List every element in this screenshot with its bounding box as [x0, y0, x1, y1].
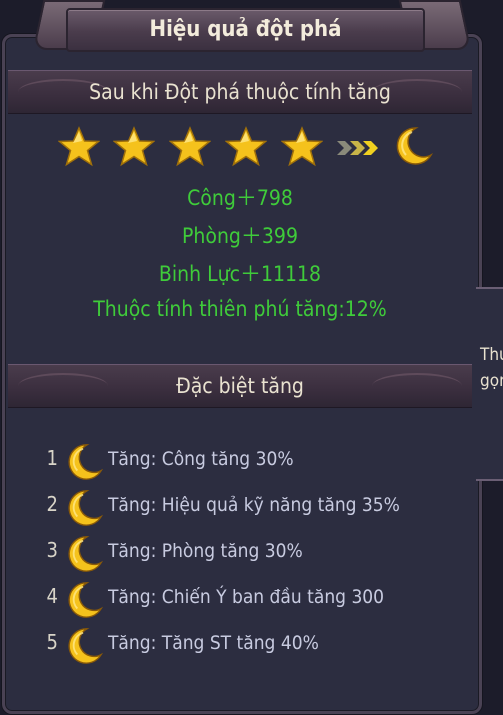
page-title: Hiệu quả đột phá: [149, 17, 342, 42]
item-text: Tăng: Phòng tăng 30%: [108, 540, 303, 562]
section-heading-attributes: Sau khi Đột phá thuộc tính tăng: [89, 80, 391, 104]
stat-defense: Phòng＋399: [182, 224, 298, 248]
moon-icon: [396, 127, 434, 165]
section-heading-special: Đặc biệt tăng: [176, 374, 304, 398]
item-text: Tăng: Tăng ST tăng 40%: [108, 632, 319, 654]
item-number: 1: [46, 446, 58, 470]
moon-icon: [68, 490, 104, 526]
moon-icon: [68, 582, 104, 618]
side-tab-line1: Thu: [480, 345, 503, 365]
collapse-side-tab[interactable]: Thu gọn: [476, 287, 503, 481]
chevrons-right-icon: [337, 141, 378, 155]
moon-icon: [68, 628, 104, 664]
star-icon: [225, 126, 267, 167]
item-text: Tăng: Chiến Ý ban đầu tăng 300: [108, 586, 385, 608]
item-number: 4: [46, 584, 58, 608]
swirl-ornament-left: [18, 373, 108, 399]
moon-icon: [68, 536, 104, 572]
star-icon: [113, 126, 155, 167]
stat-troops: Binh Lực＋11118: [158, 262, 322, 286]
item-number: 2: [46, 492, 58, 516]
side-tab-line2: gọn: [480, 371, 503, 391]
swirl-ornament-right: [372, 373, 462, 399]
section-banner-special: Đặc biệt tăng: [8, 364, 472, 408]
stat-talent: Thuộc tính thiên phú tăng:12%: [93, 297, 387, 321]
item-text: Tăng: Công tăng 30%: [108, 448, 294, 470]
item-number: 3: [46, 538, 58, 562]
stat-attack: Công＋798: [187, 186, 293, 210]
item-number: 5: [46, 630, 58, 654]
title-bar: Hiệu quả đột phá: [66, 8, 425, 52]
star-icon: [281, 126, 323, 167]
star-icon: [169, 126, 211, 167]
star-icon: [58, 126, 100, 167]
section-banner-attributes: Sau khi Đột phá thuộc tính tăng: [8, 70, 472, 114]
item-text: Tăng: Hiệu quả kỹ năng tăng 35%: [108, 494, 400, 516]
moon-icon: [68, 444, 104, 480]
